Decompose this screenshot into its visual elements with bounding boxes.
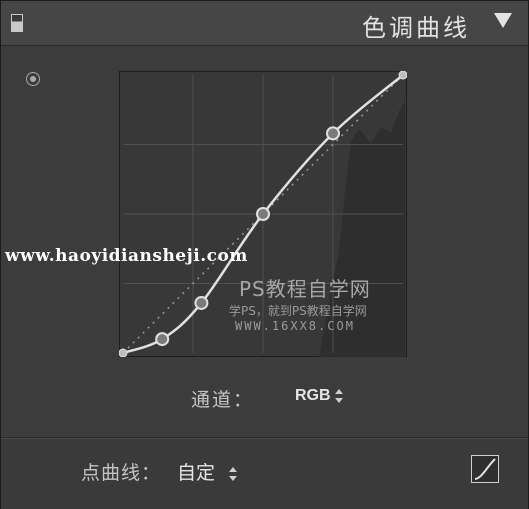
footer-divider: [1, 438, 528, 439]
point-curve-value: 自定: [177, 462, 216, 484]
curve-control-point[interactable]: [119, 348, 128, 357]
triangle-down-icon[interactable]: [494, 13, 512, 28]
panel-title: 色调曲线: [362, 14, 470, 42]
target-adjust-icon[interactable]: [26, 72, 40, 86]
curve-control-point[interactable]: [326, 126, 340, 141]
watermark-site: WWW.16XX8.COM: [235, 319, 355, 333]
panel-switch-icon[interactable]: [11, 14, 23, 32]
panel-header: 色调曲线: [1, 1, 528, 46]
curve-control-point[interactable]: [194, 295, 209, 310]
panel-footer: 点曲线： 自定: [1, 437, 528, 509]
curve-control-point[interactable]: [155, 332, 170, 347]
watermark-title: PS教程自学网: [239, 277, 371, 301]
curve-control-point[interactable]: [256, 207, 270, 221]
channel-row: 通道： RGB: [1, 385, 528, 413]
point-curve-select[interactable]: 自定: [177, 458, 238, 485]
tone-curve-panel: 色调曲线 www.haoyidiansheji.com PS教程自学网 学PS，…: [0, 0, 529, 509]
watermark-url: www.haoyidiansheji.com: [5, 246, 248, 266]
channel-label: 通道：: [191, 389, 255, 411]
channel-select[interactable]: RGB: [295, 387, 344, 405]
curve-edit-icon: [474, 458, 496, 480]
watermark-subtitle: 学PS，就到PS教程自学网: [229, 304, 367, 318]
curve-edit-button[interactable]: [471, 455, 499, 483]
point-curve-label: 点曲线：: [81, 462, 162, 484]
curve-control-point[interactable]: [398, 71, 407, 80]
channel-value: RGB: [295, 387, 331, 404]
stepper-icon: [229, 466, 238, 481]
stepper-icon: [334, 388, 344, 403]
